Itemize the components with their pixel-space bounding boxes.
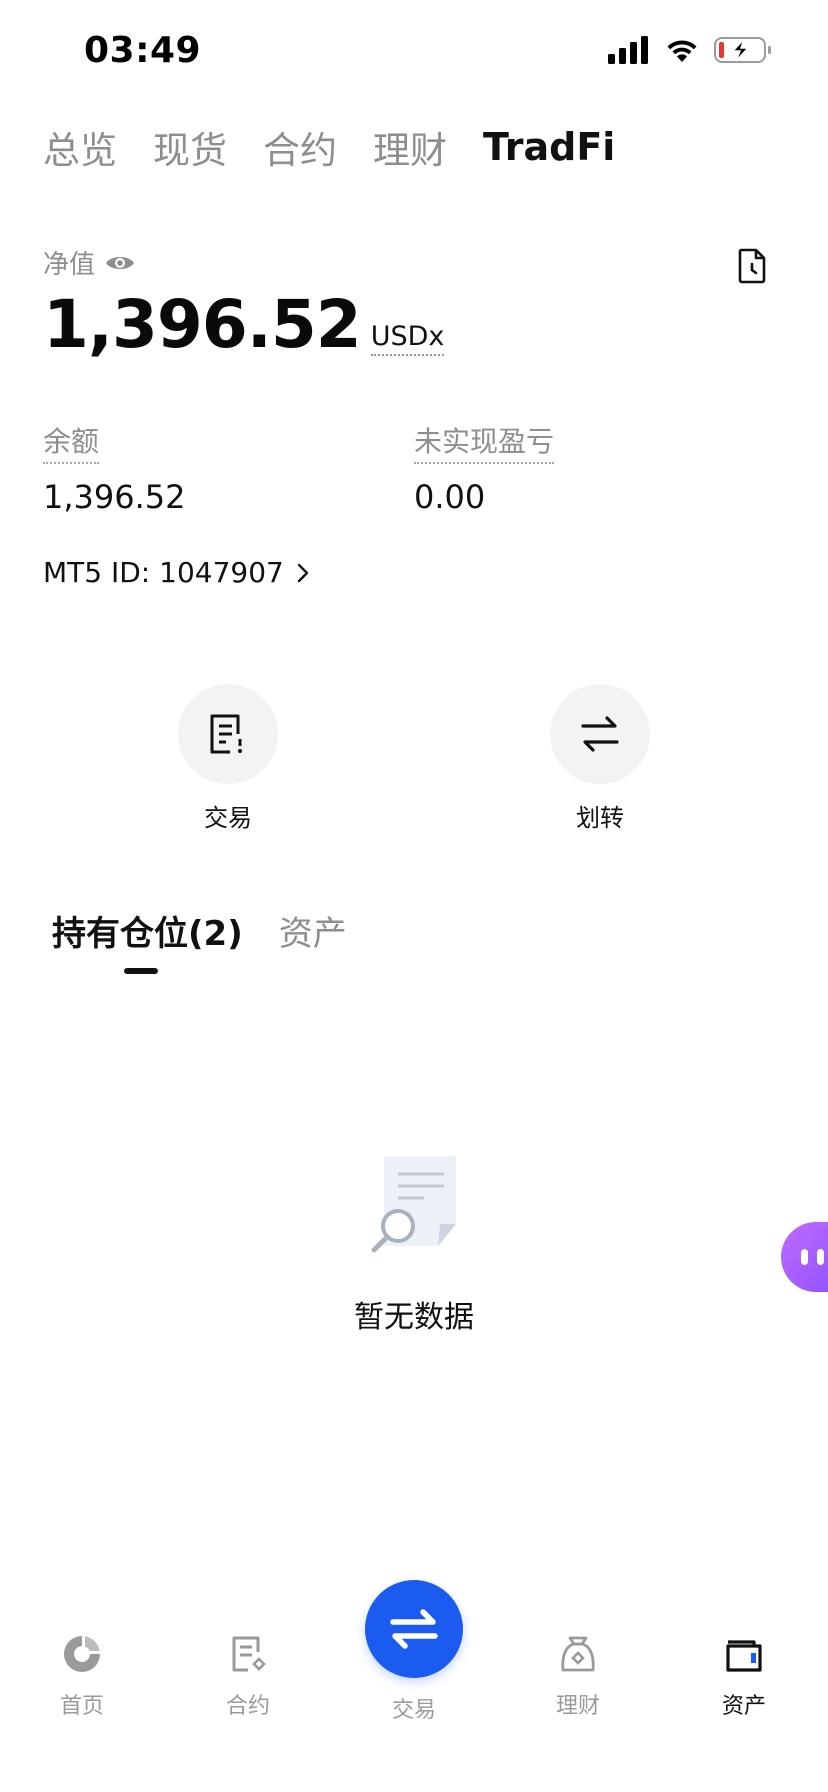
tab-assets[interactable]: 资产 <box>279 906 347 955</box>
transfer-action-button[interactable]: 划转 <box>540 684 660 833</box>
nav-finance-label: 理财 <box>555 1694 600 1719</box>
net-value: 1,396.52 <box>43 286 362 363</box>
nav-trade-label[interactable]: 交易 <box>359 1692 469 1724</box>
top-tabs: 总览 现货 合约 理财 TradFi <box>43 120 615 174</box>
trade-action-button[interactable]: 交易 <box>168 684 288 833</box>
balance-value: 1,396.52 <box>43 478 186 516</box>
transfer-action-label: 划转 <box>576 804 624 832</box>
battery-charging-icon <box>714 37 771 63</box>
eye-icon[interactable] <box>105 253 135 273</box>
tab-finance[interactable]: 理财 <box>373 120 447 174</box>
nav-home[interactable]: 首页 <box>27 1632 137 1720</box>
finance-bag-icon <box>561 1636 595 1672</box>
contract-icon <box>232 1636 266 1672</box>
trade-swap-icon <box>390 1609 438 1649</box>
order-list-icon <box>210 714 242 754</box>
unrealized-pnl-stat: 未实现盈亏 0.00 <box>414 420 555 516</box>
mt5-id-link[interactable]: MT5 ID: 1047907 <box>43 556 310 589</box>
tab-overview[interactable]: 总览 <box>43 120 117 174</box>
transfer-action-circle <box>550 684 650 784</box>
active-tab-indicator <box>124 968 158 974</box>
tab-spot[interactable]: 现货 <box>153 120 227 174</box>
position-section-tabs: 持有仓位(2) 资产 <box>52 906 347 955</box>
balance-label[interactable]: 余额 <box>43 420 100 464</box>
history-record-icon[interactable] <box>732 246 772 286</box>
net-value-unit[interactable]: USDx <box>370 321 445 356</box>
trade-fab-button[interactable] <box>365 1580 463 1678</box>
bottom-nav: 首页 合约 交易 理财 资产 <box>0 1580 828 1723</box>
bot-eye-right <box>817 1249 824 1265</box>
net-value-header: 净值 <box>43 244 135 281</box>
transfer-arrows-icon <box>581 716 619 752</box>
nav-finance[interactable]: 理财 <box>523 1632 633 1720</box>
balance-stat: 余额 1,396.52 <box>43 420 186 516</box>
trade-action-label: 交易 <box>204 804 252 832</box>
floating-assistant-button[interactable] <box>781 1222 828 1292</box>
net-value-label: 净值 <box>43 250 96 280</box>
wifi-icon <box>667 40 697 62</box>
signal-icon <box>608 36 648 64</box>
unrealized-pnl-value: 0.00 <box>414 478 486 516</box>
bot-eye-left <box>801 1249 808 1265</box>
nav-assets-label: 资产 <box>721 1694 766 1719</box>
status-bar: 03:49 <box>0 0 828 100</box>
status-time: 03:49 <box>84 30 202 71</box>
nav-contract-label: 合约 <box>225 1694 270 1719</box>
status-icons <box>608 36 772 64</box>
mt5-id-text: MT5 ID: 1047907 <box>43 556 284 589</box>
empty-state-text: 暂无数据 <box>354 1300 474 1335</box>
unrealized-pnl-label[interactable]: 未实现盈亏 <box>414 420 555 464</box>
trade-action-circle <box>178 684 278 784</box>
document-search-icon <box>371 1156 456 1253</box>
nav-home-label: 首页 <box>59 1694 104 1719</box>
nav-contract[interactable]: 合约 <box>193 1632 303 1720</box>
nav-assets[interactable]: 资产 <box>689 1632 799 1720</box>
chevron-right-icon <box>297 563 309 582</box>
wallet-icon <box>726 1640 762 1672</box>
tab-contract[interactable]: 合约 <box>263 120 337 174</box>
home-logo-icon <box>64 1636 100 1672</box>
tab-tradfi[interactable]: TradFi <box>483 125 615 169</box>
net-value-row: 1,396.52 USDx <box>43 286 445 363</box>
assets-page: 03:49 总览 现货 合约 理财 TradFi 净值 1,396.52 USD… <box>0 0 828 1792</box>
tab-positions[interactable]: 持有仓位(2) <box>52 906 243 955</box>
